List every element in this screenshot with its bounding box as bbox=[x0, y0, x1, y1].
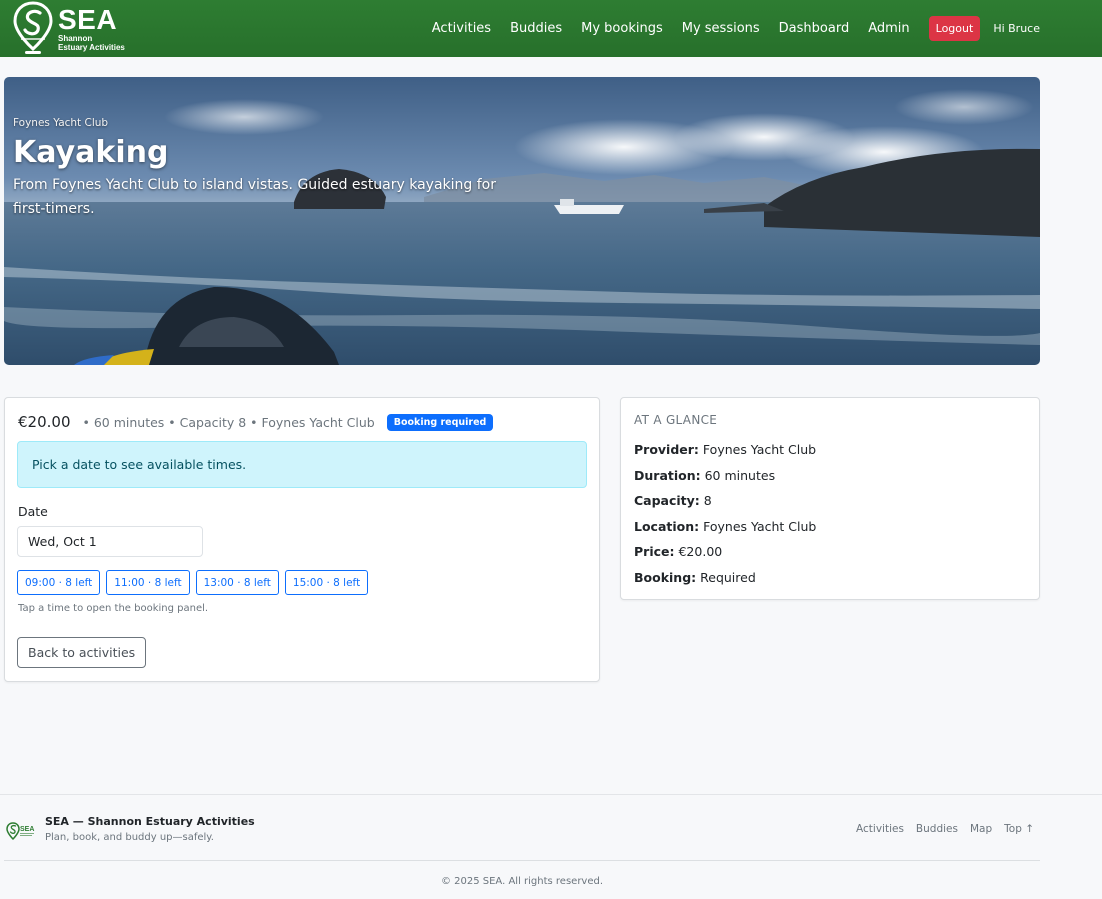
footer-tagline: Plan, book, and buddy up—safely. bbox=[45, 832, 214, 843]
hero-banner: Foynes Yacht Club Kayaking From Foynes Y… bbox=[4, 77, 1040, 365]
date-label: Date bbox=[18, 504, 48, 519]
footer-link-top[interactable]: Top ↑ bbox=[1004, 823, 1034, 835]
nav-menu: Activities Buddies My bookings My sessio… bbox=[413, 0, 1102, 57]
price: €20.00 bbox=[18, 413, 71, 431]
time-slot-button[interactable]: 13:00 · 8 left bbox=[195, 570, 279, 595]
user-greeting: Hi Bruce bbox=[993, 22, 1040, 35]
slot-hint: Tap a time to open the booking panel. bbox=[18, 603, 209, 614]
glance-row-capacity: Capacity: 8 bbox=[634, 493, 712, 509]
info-alert-text: Pick a date to see available times. bbox=[32, 457, 247, 472]
nav-dashboard[interactable]: Dashboard bbox=[779, 21, 850, 36]
footer-link-map[interactable]: Map bbox=[970, 823, 992, 835]
footer-site-name: SEA — Shannon Estuary Activities bbox=[45, 815, 255, 828]
glance-row-provider: Provider: Foynes Yacht Club bbox=[634, 442, 817, 457]
booking-required-badge: Booking required bbox=[386, 413, 494, 431]
footer-border bbox=[0, 794, 1102, 795]
booking-card: €20.00 • 60 minutes • Capacity 8 • Foyne… bbox=[4, 397, 600, 682]
footer-logo-icon: SEA bbox=[6, 822, 34, 841]
time-slots: 09:00 · 8 left 11:00 · 8 left 13:00 · 8 … bbox=[17, 570, 374, 595]
logo-icon bbox=[13, 1, 53, 54]
hero-provider: Foynes Yacht Club bbox=[13, 117, 109, 129]
at-a-glance-card: AT A GLANCE Provider: Foynes Yacht Club … bbox=[620, 397, 1040, 600]
logout-button[interactable]: Logout bbox=[928, 16, 981, 41]
glance-list: Provider: Foynes Yacht Club Duration: 60… bbox=[634, 442, 816, 596]
nav-activities[interactable]: Activities bbox=[432, 21, 491, 36]
glance-title: AT A GLANCE bbox=[634, 413, 718, 427]
brand-subtitle-2: Estuary Activities bbox=[58, 42, 125, 52]
brand-logo[interactable]: SEA Shannon Estuary Activities bbox=[12, 0, 125, 57]
glance-row-duration: Duration: 60 minutes bbox=[634, 467, 776, 483]
footer-link-activities[interactable]: Activities bbox=[856, 823, 904, 835]
page-title: Kayaking bbox=[13, 135, 169, 170]
footer-divider bbox=[4, 860, 1040, 861]
nav-buddies[interactable]: Buddies bbox=[510, 21, 562, 36]
footer-links: Activities Buddies Map Top ↑ bbox=[844, 823, 1034, 835]
glance-row-price: Price: €20.00 bbox=[634, 544, 723, 560]
footer-link-buddies[interactable]: Buddies bbox=[916, 823, 958, 835]
brand-subtitle-1: Shannon bbox=[58, 33, 93, 43]
copyright: © 2025 SEA. All rights reserved. bbox=[440, 876, 604, 887]
back-to-activities-button[interactable]: Back to activities bbox=[17, 637, 147, 668]
glance-row-booking: Booking: Required bbox=[634, 569, 756, 585]
nav-my-bookings[interactable]: My bookings bbox=[581, 21, 663, 36]
info-alert: Pick a date to see available times. bbox=[17, 441, 587, 488]
navbar: SEA Shannon Estuary Activities Activitie… bbox=[0, 0, 1102, 57]
time-slot-button[interactable]: 09:00 · 8 left bbox=[17, 570, 101, 595]
date-input[interactable] bbox=[17, 526, 203, 557]
nav-my-sessions[interactable]: My sessions bbox=[682, 21, 760, 36]
glance-row-location: Location: Foynes Yacht Club bbox=[634, 518, 817, 534]
brand-name: SEA bbox=[58, 3, 118, 35]
time-slot-button[interactable]: 11:00 · 8 left bbox=[106, 570, 190, 595]
nav-admin[interactable]: Admin bbox=[868, 21, 909, 36]
svg-text:SEA: SEA bbox=[20, 826, 34, 833]
activity-meta: • 60 minutes • Capacity 8 • Foynes Yacht… bbox=[82, 414, 375, 430]
hero-description: From Foynes Yacht Club to island vistas.… bbox=[13, 177, 497, 217]
time-slot-button[interactable]: 15:00 · 8 left bbox=[284, 570, 369, 595]
footer-brand: SEA SEA — Shannon Estuary Activities Pla… bbox=[6, 815, 255, 843]
